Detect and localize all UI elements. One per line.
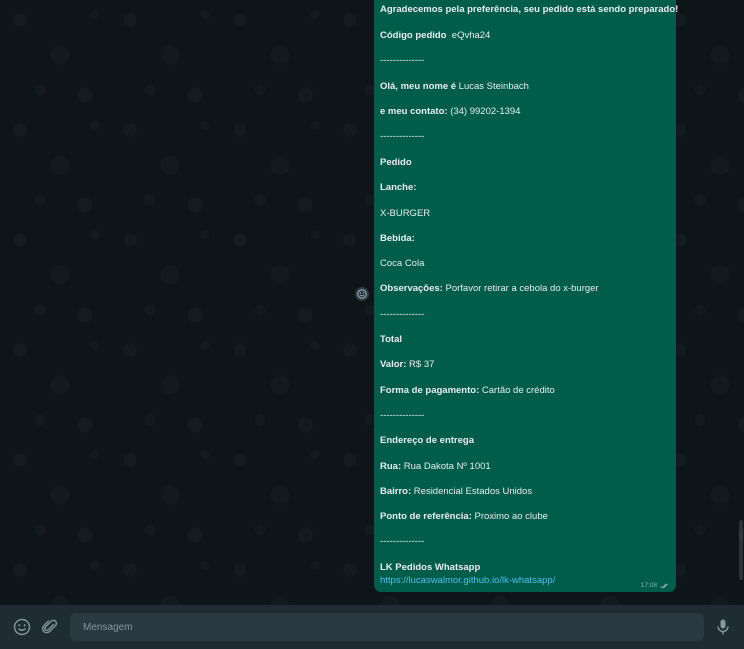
district-line: Bairro: Residencial Estados Unidos [380, 486, 532, 498]
signature-text: LK Pedidos Whatsapp [380, 562, 481, 573]
double-check-icon [660, 583, 668, 589]
name-value: Lucas Steinbach [458, 81, 529, 92]
reference-label: Ponto de referência: [380, 511, 472, 522]
drink-label: Bebida: [380, 233, 415, 244]
drink-value: Coca Cola [380, 258, 425, 269]
smiley-icon [357, 289, 367, 299]
chat-scrollbar[interactable] [738, 0, 744, 605]
street-label: Rua: [380, 461, 402, 472]
reference-line: Ponto de referência: Proximo ao clube [380, 511, 548, 523]
scrollbar-thumb[interactable] [739, 520, 743, 580]
address-heading: Endereço de entrega [380, 435, 474, 446]
whatsapp-window: Agradecemos pela preferência, seu pedido… [0, 0, 744, 649]
emoji-button[interactable] [12, 617, 32, 637]
message-input[interactable] [81, 620, 693, 634]
emoji-icon [13, 618, 31, 636]
value-amount: R$ 37 [409, 359, 435, 370]
reaction-emoji-button[interactable] [355, 287, 369, 301]
order-code-line: Código pedido eQvha24 [380, 30, 490, 42]
snack-label: Lanche: [380, 182, 417, 193]
name-line: Olá, meu nome é Lucas Steinbach [380, 81, 529, 93]
notes-label: Observações: [380, 283, 443, 294]
separator: -------------- [380, 131, 425, 142]
district-label: Bairro: [380, 486, 412, 497]
contact-value: (34) 99202-1394 [450, 106, 521, 117]
paperclip-icon [41, 619, 58, 634]
message-time: 17:08 [640, 582, 657, 589]
separator: -------------- [380, 536, 425, 547]
order-code-value: eQvha24 [451, 30, 491, 41]
microphone-icon [717, 619, 729, 635]
total-heading: Total [380, 334, 402, 345]
street-line: Rua: Rua Dakota Nº 1001 [380, 461, 491, 473]
contact-line: e meu contato: (34) 99202-1394 [380, 106, 520, 118]
payment-value: Cartão de crédito [481, 385, 555, 396]
order-code-label: Código pedido [380, 30, 447, 41]
notes-line: Observações: Porfavor retirar a cebola d… [380, 283, 599, 295]
separator: -------------- [380, 55, 425, 66]
attach-button[interactable] [40, 617, 60, 637]
message-input-box[interactable] [70, 613, 704, 641]
separator: -------------- [380, 309, 425, 320]
message-meta: 17:08 [641, 582, 670, 589]
payment-line: Forma de pagamento: Cartão de crédito [380, 385, 555, 397]
store-link[interactable]: https://lucaswalmor.github.io/lk-whatsap… [380, 575, 555, 586]
compose-footer [0, 605, 744, 649]
district-value: Residencial Estados Unidos [413, 486, 533, 497]
payment-label: Forma de pagamento: [380, 385, 480, 396]
street-value: Rua Dakota Nº 1001 [403, 461, 491, 472]
value-label: Valor: [380, 359, 407, 370]
order-heading: Pedido [380, 157, 412, 168]
name-label: Olá, meu nome é [380, 81, 457, 92]
contact-label: e meu contato: [380, 106, 448, 117]
greeting-text: Agradecemos pela preferência, seu pedido… [380, 4, 679, 15]
link-line: https://lucaswalmor.github.io/lk-whatsap… [380, 575, 555, 587]
separator: -------------- [380, 410, 425, 421]
notes-value: Porfavor retirar a cebola do x-burger [445, 283, 599, 294]
voice-button[interactable] [713, 617, 733, 637]
snack-value: X-BURGER [380, 208, 431, 219]
value-line: Valor: R$ 37 [380, 359, 434, 371]
outgoing-message-bubble[interactable]: Agradecemos pela preferência, seu pedido… [374, 0, 679, 592]
chat-area[interactable]: Agradecemos pela preferência, seu pedido… [0, 0, 744, 605]
reference-value: Proximo ao clube [474, 511, 548, 522]
